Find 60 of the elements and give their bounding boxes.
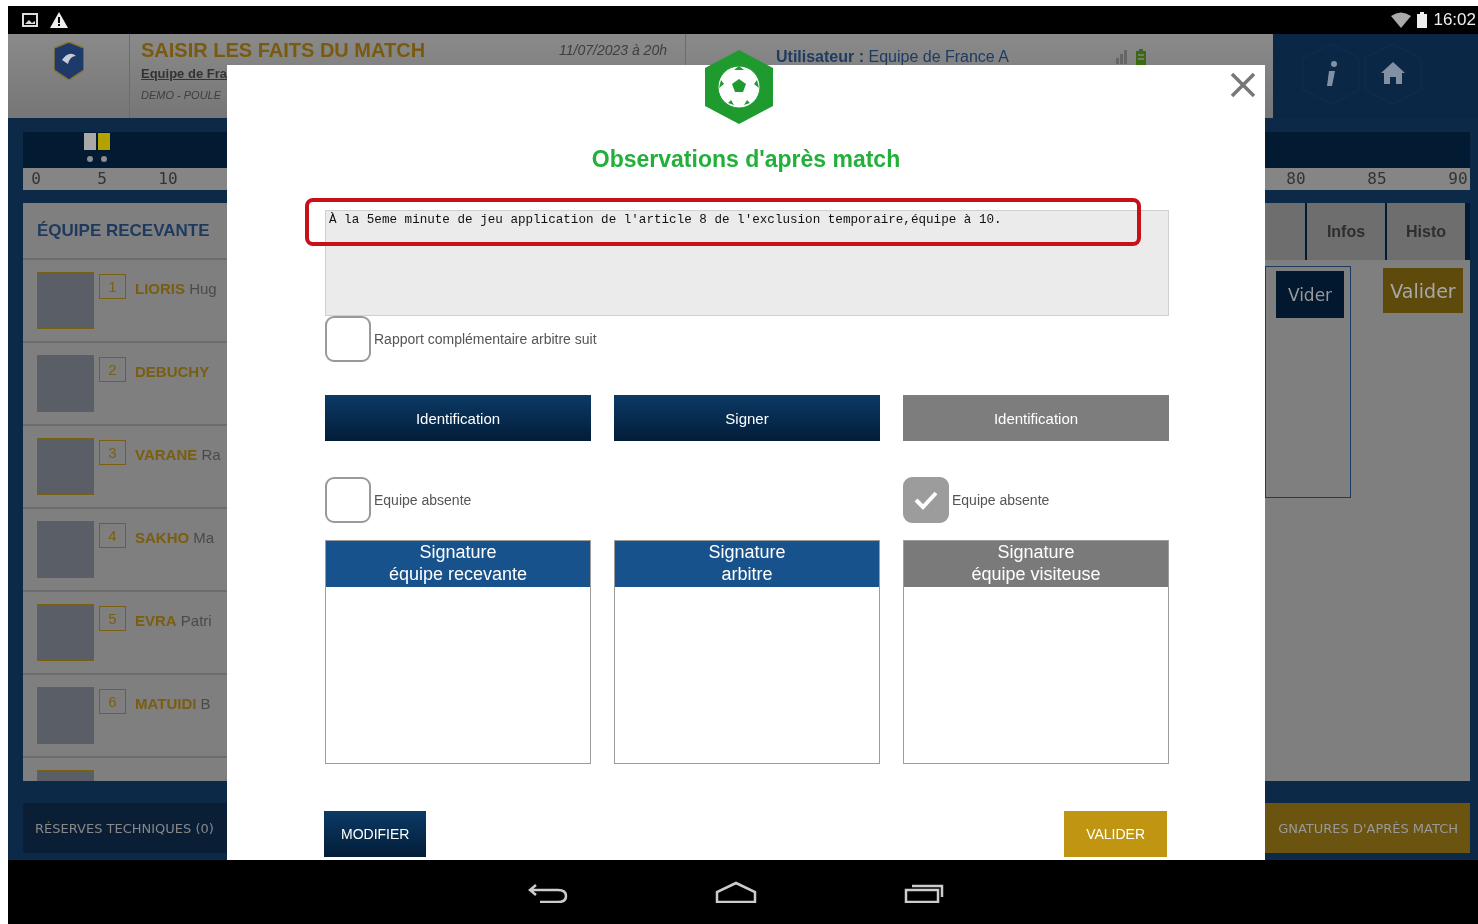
reserves-button[interactable]: RÉSERVES TECHNIQUES (0) bbox=[23, 803, 227, 853]
pin-marker bbox=[101, 156, 107, 162]
jersey-number: 2 bbox=[99, 357, 126, 382]
team-link[interactable]: Equipe de Fra bbox=[141, 66, 227, 81]
picture-icon bbox=[22, 12, 38, 28]
tick-label: 85 bbox=[1367, 168, 1387, 190]
clear-button[interactable]: Vider bbox=[1276, 271, 1344, 318]
tick-label: 0 bbox=[30, 168, 42, 190]
checkmark-icon bbox=[914, 490, 938, 510]
signature-heading: Signature arbitre bbox=[615, 541, 879, 587]
signature-heading: Signature équipe visiteuse bbox=[904, 541, 1168, 587]
close-icon[interactable] bbox=[1230, 72, 1256, 98]
tab[interactable]: Histo bbox=[1387, 203, 1465, 260]
validate-button[interactable]: VALIDER bbox=[1064, 811, 1167, 857]
identification-button[interactable]: Identification bbox=[325, 395, 591, 441]
pin-marker bbox=[87, 156, 93, 162]
crest-icon bbox=[53, 42, 84, 80]
tab[interactable]: Infos bbox=[1307, 203, 1385, 260]
tick-label: 90 bbox=[1448, 168, 1468, 190]
sign-button[interactable]: Signer bbox=[614, 395, 880, 441]
photo-placeholder bbox=[37, 687, 94, 744]
photo-placeholder bbox=[37, 521, 94, 578]
home-button[interactable] bbox=[1363, 44, 1423, 104]
signatures-button[interactable]: GNATURES D'APRÈS MATCH bbox=[1265, 803, 1470, 853]
info-button[interactable] bbox=[1301, 44, 1361, 104]
battery-icon bbox=[1417, 12, 1428, 28]
checkbox[interactable] bbox=[325, 316, 371, 362]
dialog-title: Observations d'après match bbox=[590, 145, 902, 174]
tick-label: 80 bbox=[1286, 168, 1306, 190]
wifi-icon bbox=[1391, 12, 1412, 28]
jersey-number: 6 bbox=[99, 689, 126, 714]
tick-label: 10 bbox=[158, 168, 178, 190]
warning-icon bbox=[50, 12, 68, 28]
signature-heading: Signature équipe recevante bbox=[326, 541, 590, 587]
user-name: Utilisateur : Equipe de France A bbox=[776, 47, 1010, 66]
jersey-number: 5 bbox=[99, 606, 126, 631]
tick-label: 5 bbox=[96, 168, 108, 190]
photo-placeholder bbox=[37, 272, 94, 329]
observation-field[interactable]: À la 5eme minute de jeu application de l'article 8 de l'exclusion temporaire,équipe à 10. bbox=[325, 210, 1169, 316]
competition-name: DEMO - POULE bbox=[141, 89, 223, 101]
home-icon[interactable] bbox=[715, 881, 757, 903]
checkbox-label: Rapport complémentaire arbitre suit bbox=[374, 331, 597, 347]
checkbox[interactable] bbox=[325, 477, 371, 523]
player-name: DEBUCHY bbox=[135, 363, 210, 380]
page-title: SAISIR LES FAITS DU MATCH bbox=[141, 38, 427, 62]
photo-placeholder bbox=[37, 355, 94, 412]
checkbox-label: Equipe absente bbox=[374, 492, 472, 508]
clock-time: 16:02 bbox=[1433, 10, 1476, 30]
photo-placeholder bbox=[37, 604, 94, 661]
jersey-number: 1 bbox=[99, 274, 126, 299]
modify-button[interactable]: MODIFIER bbox=[324, 811, 427, 857]
checkbox-label: Equipe absente bbox=[952, 492, 1050, 508]
photo-placeholder bbox=[37, 438, 94, 495]
signal-icon bbox=[1116, 50, 1128, 64]
back-icon[interactable] bbox=[528, 881, 568, 903]
battery-icon bbox=[1136, 49, 1146, 65]
player-row[interactable]: 2 DEBUCHY bbox=[23, 343, 227, 426]
validate-button[interactable]: Valider bbox=[1383, 268, 1463, 313]
jersey-number: 3 bbox=[99, 440, 126, 465]
jersey-number: 4 bbox=[99, 523, 126, 548]
